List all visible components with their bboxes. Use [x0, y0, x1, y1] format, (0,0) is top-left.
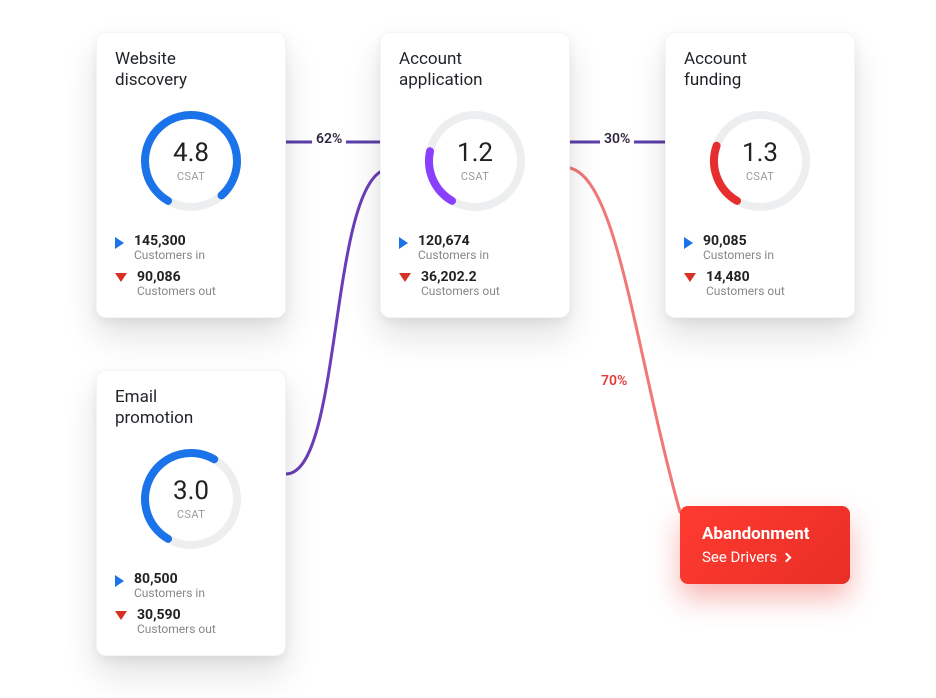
card-title: Account application — [399, 49, 551, 92]
play-icon — [399, 237, 408, 249]
csat-donut: 3.0 CSAT — [115, 444, 267, 554]
callout-cta-see-drivers[interactable]: See Drivers — [702, 548, 828, 566]
down-triangle-icon — [399, 273, 411, 282]
customers-out: 36,202.2 Customers out — [399, 270, 551, 299]
customers-in-label: Customers in — [134, 249, 205, 262]
customers-in: 80,500 Customers in — [115, 572, 267, 601]
customers-out-label: Customers out — [137, 285, 216, 298]
customers-in-value: 90,085 — [703, 234, 774, 249]
down-triangle-icon — [684, 273, 696, 282]
customers-in-label: Customers in — [134, 587, 205, 600]
csat-score: 3.0 — [173, 476, 209, 506]
customers-out: 30,590 Customers out — [115, 608, 267, 637]
csat-label: CSAT — [746, 170, 774, 183]
csat-donut: 4.8 CSAT — [115, 106, 267, 216]
down-triangle-icon — [115, 273, 127, 282]
csat-score: 1.2 — [457, 138, 493, 168]
customers-out: 14,480 Customers out — [684, 270, 836, 299]
customers-out-value: 36,202.2 — [421, 270, 500, 285]
card-account-funding[interactable]: Account funding 1.3 CSAT 90,085 Customer… — [665, 32, 855, 318]
customers-out: 90,086 Customers out — [115, 270, 267, 299]
customers-in-value: 120,674 — [418, 234, 489, 249]
connector-label-abandonment: 70% — [597, 373, 631, 389]
customers-in-label: Customers in — [703, 249, 774, 262]
csat-donut: 1.2 CSAT — [399, 106, 551, 216]
play-icon — [115, 237, 124, 249]
customers-in-value: 145,300 — [134, 234, 205, 249]
customers-out-label: Customers out — [137, 623, 216, 636]
card-website-discovery[interactable]: Website discovery 4.8 CSAT 145,300 Custo… — [96, 32, 286, 318]
callout-title: Abandonment — [702, 524, 828, 544]
customers-out-value: 90,086 — [137, 270, 216, 285]
csat-score: 1.3 — [742, 138, 778, 168]
customers-in: 145,300 Customers in — [115, 234, 267, 263]
play-icon — [684, 237, 693, 249]
csat-score: 4.8 — [173, 138, 209, 168]
card-email-promotion[interactable]: Email promotion 3.0 CSAT 80,500 Customer… — [96, 370, 286, 656]
card-title: Account funding — [684, 49, 836, 92]
play-icon — [115, 575, 124, 587]
customers-in: 120,674 Customers in — [399, 234, 551, 263]
card-account-application[interactable]: Account application 1.2 CSAT 120,674 Cus… — [380, 32, 570, 318]
customers-out-label: Customers out — [706, 285, 785, 298]
customers-in-value: 80,500 — [134, 572, 205, 587]
connector-label-website-to-application: 62% — [312, 131, 346, 147]
csat-label: CSAT — [177, 170, 205, 183]
csat-label: CSAT — [461, 170, 489, 183]
down-triangle-icon — [115, 611, 127, 620]
connector-label-application-to-funding: 30% — [600, 131, 634, 147]
chevron-right-icon — [782, 552, 792, 562]
callout-cta-label: See Drivers — [702, 548, 777, 566]
card-title: Email promotion — [115, 387, 267, 430]
callout-abandonment[interactable]: Abandonment See Drivers — [680, 506, 850, 584]
customers-out-label: Customers out — [421, 285, 500, 298]
customers-out-value: 14,480 — [706, 270, 785, 285]
csat-label: CSAT — [177, 508, 205, 521]
card-title: Website discovery — [115, 49, 267, 92]
customers-in-label: Customers in — [418, 249, 489, 262]
csat-donut: 1.3 CSAT — [684, 106, 836, 216]
journey-flow: 62% 30% 70% Website discovery 4.8 CSAT 1… — [0, 0, 936, 698]
customers-in: 90,085 Customers in — [684, 234, 836, 263]
customers-out-value: 30,590 — [137, 608, 216, 623]
